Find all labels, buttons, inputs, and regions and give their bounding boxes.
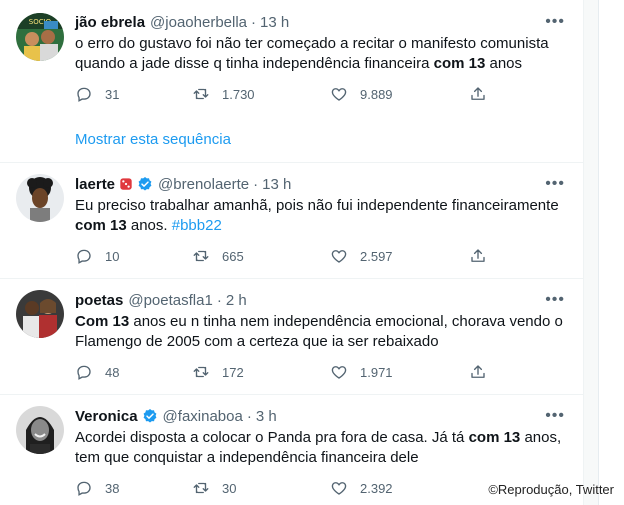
retweet-button[interactable]: 172	[192, 363, 244, 381]
heart-icon	[331, 366, 347, 379]
sidebar-card	[598, 0, 624, 505]
share-button[interactable]	[469, 85, 487, 103]
share-button[interactable]	[469, 247, 487, 265]
retweet-icon	[193, 250, 209, 262]
like-button[interactable]: 2.392	[330, 479, 393, 497]
like-count: 1.971	[360, 364, 393, 380]
like-count: 9.889	[360, 86, 393, 102]
like-count: 2.392	[360, 480, 393, 496]
reply-button[interactable]: 48	[75, 363, 119, 381]
heart-icon	[331, 250, 347, 263]
display-name[interactable]: laerte	[75, 176, 115, 193]
reply-icon	[77, 87, 91, 102]
display-name[interactable]: poetas	[75, 292, 123, 309]
separator-dot: ·	[251, 13, 257, 31]
retweet-button[interactable]: 665	[192, 247, 244, 265]
user-handle[interactable]: @faxinaboa	[163, 408, 243, 425]
avatar[interactable]: SOCIO	[16, 13, 64, 61]
tweet-text: Com 13 anos eu n tinha nem independência…	[75, 312, 570, 352]
reply-count: 10	[105, 248, 120, 264]
reply-button[interactable]: 10	[75, 247, 119, 265]
user-handle[interactable]: @brenolaerte	[158, 176, 249, 193]
tweet-header: poetas @poetasfla1 · 2 h	[75, 290, 247, 310]
tweet-text-part: anos	[485, 55, 523, 72]
more-options-icon[interactable]: •••	[545, 175, 565, 193]
heart-icon	[331, 88, 347, 101]
share-icon	[471, 87, 485, 100]
reply-count: 48	[105, 364, 120, 380]
like-button[interactable]: 9.889	[330, 85, 393, 103]
image-credit: ©Reprodução, Twitter	[488, 482, 614, 497]
tweet-text-bold: com 13	[468, 429, 521, 446]
tweet-text: Eu preciso trabalhar amanhã, pois não fu…	[75, 196, 570, 236]
retweet-icon	[193, 366, 209, 378]
separator-dot: ·	[246, 407, 252, 425]
tweet-header: laerte @brenolaerte · 13 h	[75, 174, 291, 194]
display-name[interactable]: Veronica	[75, 408, 138, 425]
like-button[interactable]: 2.597	[330, 247, 393, 265]
share-button[interactable]	[469, 363, 487, 381]
more-options-icon[interactable]: •••	[545, 13, 565, 31]
timestamp[interactable]: 13 h	[262, 176, 291, 193]
verified-badge-icon	[143, 409, 156, 423]
reply-count: 31	[105, 86, 120, 102]
more-options-icon[interactable]: •••	[545, 407, 565, 425]
tweet-text: Acordei disposta a colocar o Panda pra f…	[75, 428, 570, 468]
retweet-button[interactable]: 1.730	[192, 85, 255, 103]
tweet-header: jão ebrela @joaoherbella · 13 h	[75, 12, 289, 32]
tweet-text-part: anos.	[126, 217, 172, 234]
right-column	[584, 0, 624, 505]
tweet-actions: 31 1.730 9.889	[75, 85, 505, 105]
retweet-count: 1.730	[222, 86, 255, 102]
reply-icon	[77, 481, 91, 496]
display-name[interactable]: jão ebrela	[75, 14, 145, 31]
like-count: 2.597	[360, 248, 393, 264]
retweet-count: 665	[222, 248, 244, 264]
tweet-actions: 38 30 2.392	[75, 479, 505, 499]
verified-badge-icon	[138, 177, 152, 191]
dice-icon	[120, 178, 132, 190]
retweet-count: 172	[222, 364, 244, 380]
avatar[interactable]	[16, 290, 64, 338]
user-handle[interactable]: @poetasfla1	[128, 292, 212, 309]
show-thread-link[interactable]: Mostrar esta sequência	[75, 131, 231, 148]
tweet-actions: 48 172 1.971	[75, 363, 505, 383]
timeline: SOCIO jão ebrela @joaoherbella · 13 h ••…	[0, 0, 584, 505]
tweet-text-bold: Com 13	[75, 313, 130, 330]
retweet-icon	[193, 88, 209, 100]
reply-button[interactable]: 31	[75, 85, 119, 103]
tweet[interactable]: poetas @poetasfla1 · 2 h ••• Com 13 anos…	[0, 278, 583, 395]
timestamp[interactable]: 3 h	[256, 408, 277, 425]
reply-button[interactable]: 38	[75, 479, 119, 497]
tweet-text-part: Acordei disposta a colocar o Panda pra f…	[75, 429, 469, 446]
tweet-text-part: anos eu n tinha nem independência emocio…	[75, 313, 563, 350]
more-options-icon[interactable]: •••	[545, 291, 565, 309]
tweet-actions: 10 665 2.597	[75, 247, 505, 267]
reply-count: 38	[105, 480, 120, 496]
hashtag-link[interactable]: #bbb22	[172, 217, 222, 234]
separator-dot: ·	[216, 291, 222, 309]
like-button[interactable]: 1.971	[330, 363, 393, 381]
tweet-text-bold: com 13	[433, 55, 486, 72]
tweet-text-part: Eu preciso trabalhar amanhã, pois não fu…	[75, 197, 559, 214]
avatar[interactable]	[16, 406, 64, 454]
heart-icon	[331, 482, 347, 495]
reply-icon	[77, 249, 91, 264]
tweet-header: Veronica @faxinaboa · 3 h	[75, 406, 277, 426]
reply-icon	[77, 365, 91, 380]
retweet-icon	[193, 482, 209, 494]
tweet-text: o erro do gustavo foi não ter começado a…	[75, 34, 570, 74]
share-icon	[471, 365, 485, 378]
timestamp[interactable]: 2 h	[226, 292, 247, 309]
retweet-button[interactable]: 30	[192, 479, 236, 497]
tweet[interactable]: SOCIO jão ebrela @joaoherbella · 13 h ••…	[0, 0, 583, 163]
timestamp[interactable]: 13 h	[260, 14, 289, 31]
avatar[interactable]	[16, 174, 64, 222]
tweet-text-bold: com 13	[75, 217, 127, 234]
retweet-count: 30	[222, 480, 237, 496]
tweet[interactable]: laerte @brenolaerte · 13 h ••• Eu precis…	[0, 162, 583, 279]
user-handle[interactable]: @joaoherbella	[150, 14, 247, 31]
share-icon	[471, 249, 485, 262]
separator-dot: ·	[253, 175, 259, 193]
